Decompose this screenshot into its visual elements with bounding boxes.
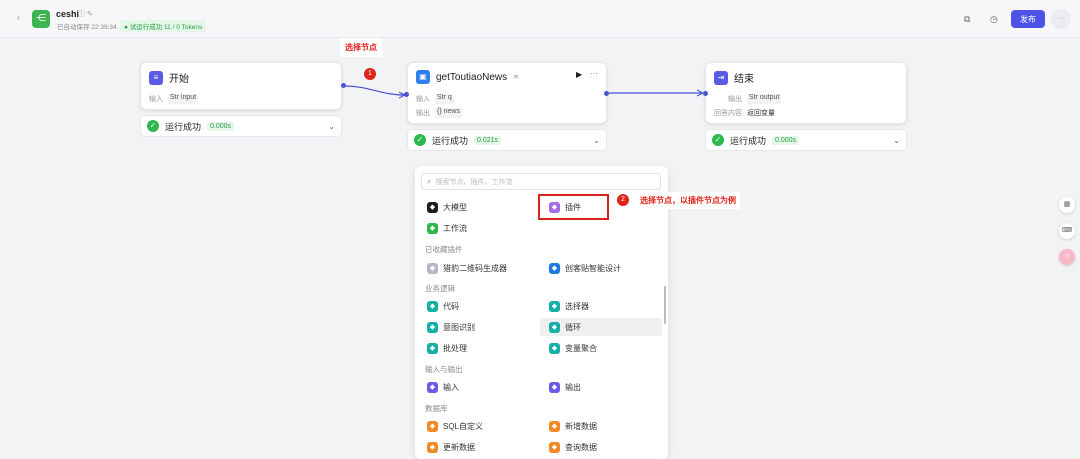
node-option-label: SQL自定义 [443, 421, 484, 431]
start-out-port[interactable] [341, 83, 346, 88]
side-tool-1[interactable]: ▦ [1059, 197, 1075, 213]
highlight-box [538, 194, 609, 220]
node-option[interactable]: ◆ 输出 [547, 379, 581, 395]
node-type-icon: ◆ [549, 441, 560, 453]
node-option[interactable]: ◆ 查询数据 [547, 439, 597, 455]
node-option-label: 更新数据 [443, 442, 475, 452]
node-option[interactable]: ◆ 选择器 [547, 298, 589, 314]
node-option-label: 输出 [565, 382, 581, 392]
step2-marker: 2 [617, 194, 629, 206]
step1-marker: 1 [364, 68, 376, 80]
node-option[interactable]: ◆ 批处理 [425, 340, 467, 356]
plugin-in-port[interactable] [404, 92, 409, 97]
node-option[interactable]: ◆ 工作流 [425, 220, 467, 236]
node-type-icon: ◆ [427, 441, 438, 453]
node-type-icon: ◆ [427, 381, 438, 393]
node-option-label: 循环 [565, 322, 581, 332]
node-option[interactable]: ◆ 变量聚合 [547, 340, 597, 356]
node-option[interactable]: ◆ 创客贴智能设计 [547, 260, 621, 276]
node-type-icon: ◆ [427, 300, 438, 312]
side-tool-2[interactable]: ⌨ [1059, 223, 1075, 239]
node-option-label: 输入 [443, 382, 459, 392]
search-input[interactable]: ⌕ 搜索节点、插件、工作流 [421, 173, 661, 190]
node-type-icon: ◆ [549, 300, 560, 312]
node-type-icon: ◆ [549, 342, 560, 354]
node-option[interactable]: ◆ 输入 [425, 379, 459, 395]
section-title: 数据库 [425, 404, 448, 413]
plugin-out-port[interactable] [604, 91, 609, 96]
node-option[interactable]: ◆ 大模型 [425, 199, 467, 215]
node-option[interactable]: ◆ 更新数据 [425, 439, 475, 455]
node-type-icon: ◆ [427, 321, 438, 333]
node-option[interactable]: ◆ 猎豹二维码生成器 [425, 260, 507, 276]
node-option[interactable]: ◆ 意图识别 [425, 319, 475, 335]
node-option-label: 意图识别 [443, 322, 475, 332]
node-type-icon: ◆ [427, 262, 438, 274]
scrollbar[interactable] [664, 286, 666, 324]
node-option-label: 新增数据 [565, 421, 597, 431]
node-option-label: 猎豹二维码生成器 [443, 263, 507, 273]
step2-annotation: 选择节点，以插件节点为例 [636, 192, 740, 209]
search-placeholder: 搜索节点、插件、工作流 [435, 178, 513, 186]
node-option-label: 大模型 [443, 202, 467, 212]
node-option-label: 变量聚合 [565, 343, 597, 353]
node-type-icon: ◆ [549, 381, 560, 393]
node-option-label: 创客贴智能设计 [565, 263, 621, 273]
side-tool-3[interactable]: ☺ [1059, 249, 1075, 265]
node-type-icon: ◆ [549, 420, 560, 432]
node-type-icon: ◆ [427, 222, 438, 234]
node-option-label: 批处理 [443, 343, 467, 353]
node-type-icon: ◆ [549, 262, 560, 274]
edge-start-plugin [343, 85, 406, 96]
search-icon: ⌕ [427, 176, 432, 186]
node-type-icon: ◆ [549, 321, 560, 333]
node-type-icon: ◆ [427, 420, 438, 432]
node-option-label: 选择器 [565, 301, 589, 311]
node-option[interactable]: ◆ 循环 [547, 319, 581, 335]
step1-annotation: 选择节点 [340, 38, 382, 57]
node-option[interactable]: ◆ SQL自定义 [425, 418, 483, 434]
end-in-port[interactable] [703, 91, 708, 96]
node-option[interactable]: ◆ 代码 [425, 298, 459, 314]
node-type-icon: ◆ [427, 201, 438, 213]
node-option-label: 查询数据 [565, 442, 597, 452]
node-option[interactable]: ◆ 新增数据 [547, 418, 597, 434]
section-title: 业务逻辑 [425, 284, 455, 293]
section-title: 已收藏插件 [425, 245, 463, 254]
node-type-icon: ◆ [427, 342, 438, 354]
node-option-label: 代码 [443, 301, 459, 311]
section-title: 输入与输出 [425, 365, 463, 374]
node-option-label: 工作流 [443, 223, 467, 233]
